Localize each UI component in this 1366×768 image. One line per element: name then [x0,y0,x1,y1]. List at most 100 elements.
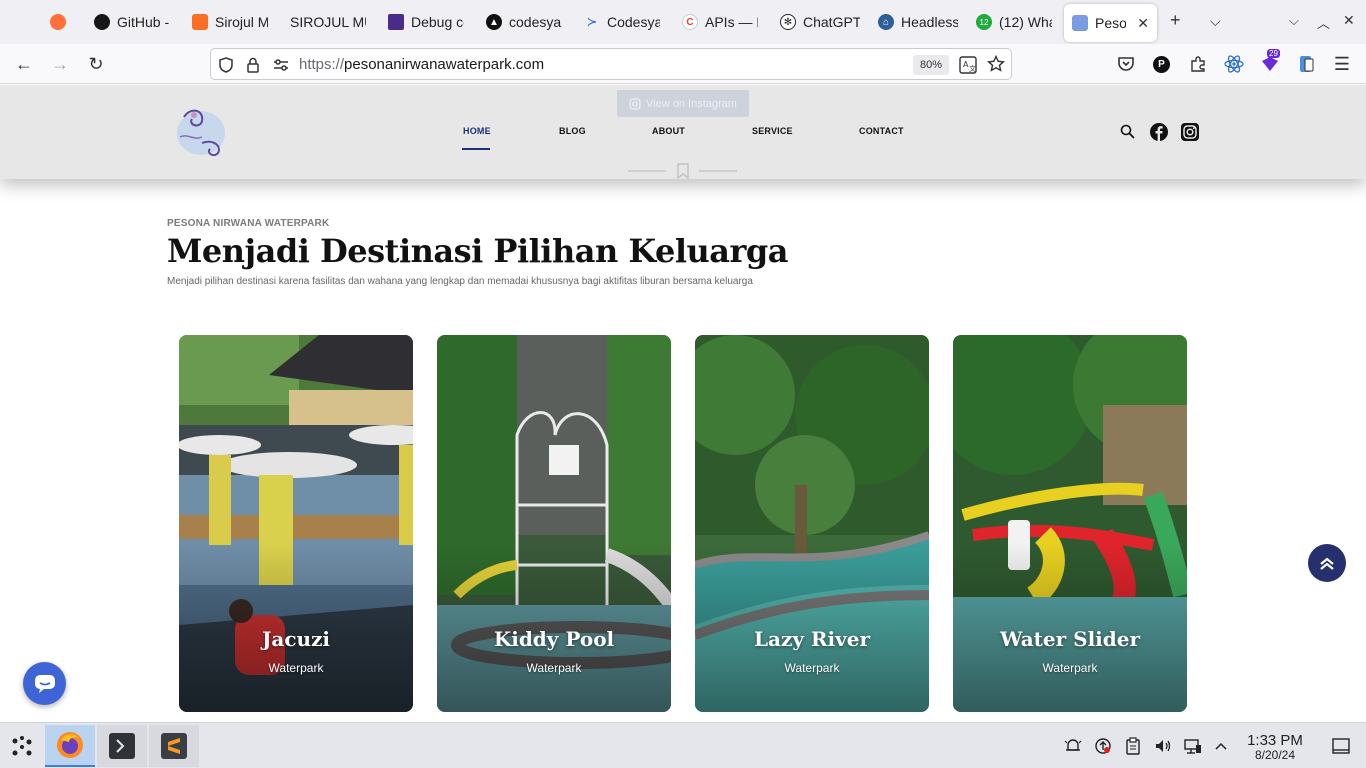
nav-contact[interactable]: CONTACT [859,126,904,136]
card-subtitle: Waterpark [268,661,324,675]
hamburger-menu-icon[interactable]: ☰ [1330,52,1354,76]
notifications-icon[interactable] [1063,736,1083,756]
taskbar-terminal[interactable] [97,725,147,767]
pesona-nirwana-logo[interactable] [172,103,230,159]
tab-sirojul[interactable]: SIROJUL MU [282,4,374,40]
shield-icon[interactable] [219,57,233,73]
instagram-icon[interactable] [1181,123,1199,141]
firefox-icon [50,14,66,30]
clipboard-icon[interactable] [1123,736,1143,756]
updates-icon[interactable] [1093,736,1113,756]
instagram-small-icon [629,97,641,110]
phone-sync-icon[interactable] [1297,55,1315,73]
tab-list-chevron-icon[interactable]: ⌵ [1210,13,1221,30]
card-jacuzi[interactable]: Jacuzi Waterpark [179,335,413,712]
tab-codesyariah-2[interactable]: ≻ Codesyar [576,4,668,40]
zoom-level-badge[interactable]: 80% [913,55,949,75]
github-icon [94,14,110,30]
facebook-icon[interactable] [1150,123,1168,141]
tab-whatsapp[interactable]: 12 (12) Wha [968,4,1060,40]
headless-icon: ⌂ [878,14,894,30]
pocket-icon[interactable] [1117,56,1135,72]
pesona-icon [1072,15,1088,31]
nav-home[interactable]: HOME [463,126,491,136]
lock-icon[interactable] [247,57,259,73]
card-water-slider[interactable]: Water Slider Waterpark [953,335,1187,712]
tab-debug[interactable]: Debug cc [380,4,472,40]
nav-service[interactable]: SERVICE [752,126,793,136]
new-tab-button[interactable]: + [1170,10,1181,31]
taskbar-firefox[interactable] [45,725,95,767]
minimize-chevron-icon[interactable]: ⌵ [1289,13,1299,29]
header-divider-left [628,170,666,172]
scroll-to-top-button[interactable] [1308,544,1346,582]
tab-chatgpt[interactable]: ✻ ChatGPT [772,4,868,40]
profile-p-icon[interactable]: P [1153,56,1170,73]
tab-label: codesyar [509,14,562,30]
tab-codesyariah[interactable]: ▲ codesyar [478,4,570,40]
tab-gitlab[interactable]: Sirojul M [184,4,276,40]
app-launcher-icon[interactable] [10,735,34,759]
website-viewport: View on Instagram HOME BLOG ABOUT SERVIC… [0,85,1366,722]
tab-pesona-active[interactable]: Peson ✕ [1064,4,1157,42]
react-devtools-icon[interactable] [1224,54,1244,74]
bookmark-star-icon[interactable] [987,55,1005,73]
taskbar-sublime-text[interactable] [149,725,199,767]
tray-expand-chevron-icon[interactable] [1211,736,1231,756]
forward-arrow-icon[interactable]: → [48,52,72,76]
tab-label: Codesyar [607,14,660,30]
network-icon[interactable] [1183,736,1203,756]
apis-icon: C [682,14,698,30]
header-divider-right [699,170,737,172]
extension-badge-icon[interactable]: 29 [1260,49,1280,73]
os-taskbar: 1:33 PM 8/20/24 [0,722,1366,768]
url-text[interactable]: https://pesonanirwanawaterpark.com [299,56,544,73]
close-tab-icon[interactable]: ✕ [1137,15,1149,32]
taskbar-clock[interactable]: 1:33 PM 8/20/24 [1242,732,1308,762]
card-lazy-river[interactable]: Lazy River Waterpark [695,335,929,712]
firefox-icon [57,732,83,758]
jacuzi-photo [179,335,413,712]
tab-headless[interactable]: ⌂ Headless [870,4,966,40]
translate-icon[interactable]: A文 [959,56,977,74]
show-desktop-icon[interactable] [1331,736,1351,756]
url-scheme: https:// [299,56,345,73]
tab-label: APIs — M [705,14,758,30]
debug-icon [388,14,404,30]
section-subline: Menjadi pilihan destinasi karena fasilit… [167,276,753,287]
nav-about[interactable]: ABOUT [652,126,685,136]
svg-text:文: 文 [969,64,976,73]
tab-github[interactable]: GitHub - [86,4,178,40]
clock-time: 1:33 PM [1247,732,1303,749]
gitlab-icon [192,14,208,30]
site-permissions-icon[interactable] [273,58,289,72]
tab-apis[interactable]: C APIs — M [674,4,766,40]
bookmark-icon [677,163,689,179]
card-subtitle: Waterpark [1042,661,1098,675]
maximize-chevron-icon[interactable]: ︿ [1317,13,1330,32]
extensions-puzzle-icon[interactable] [1189,55,1207,73]
reload-icon[interactable]: ↻ [84,52,108,76]
volume-icon[interactable] [1153,736,1173,756]
back-arrow-icon[interactable]: ← [12,52,36,76]
nav-blog[interactable]: BLOG [559,126,586,136]
url-bar[interactable]: https://pesonanirwanawaterpark.com 80% A… [210,48,1012,80]
card-kiddy-pool[interactable]: Kiddy Pool Waterpark [437,335,671,712]
browser-navigation-bar: ← → ↻ https://pesonanirwanawaterpark.com… [0,44,1366,84]
extension-badge-count: 29 [1267,49,1280,58]
chat-bubble-icon [34,674,55,693]
clock-date: 8/20/24 [1254,748,1296,762]
tab-firefox[interactable] [42,4,82,40]
tab-label: Peson [1095,15,1127,31]
view-on-instagram-button[interactable]: View on Instagram [617,90,749,117]
site-header: View on Instagram HOME BLOG ABOUT SERVIC… [0,85,1366,179]
tab-label: Sirojul M [215,14,268,30]
tab-label: ChatGPT [803,14,860,30]
water-slider-photo [953,335,1187,712]
card-title: Kiddy Pool [493,627,615,651]
url-host: pesonanirwanawaterpark.com [344,56,545,73]
card-title: Jacuzi [261,627,331,651]
chat-widget-button[interactable] [23,662,66,705]
close-window-icon[interactable]: ✕ [1343,12,1355,29]
search-icon[interactable] [1120,124,1135,139]
